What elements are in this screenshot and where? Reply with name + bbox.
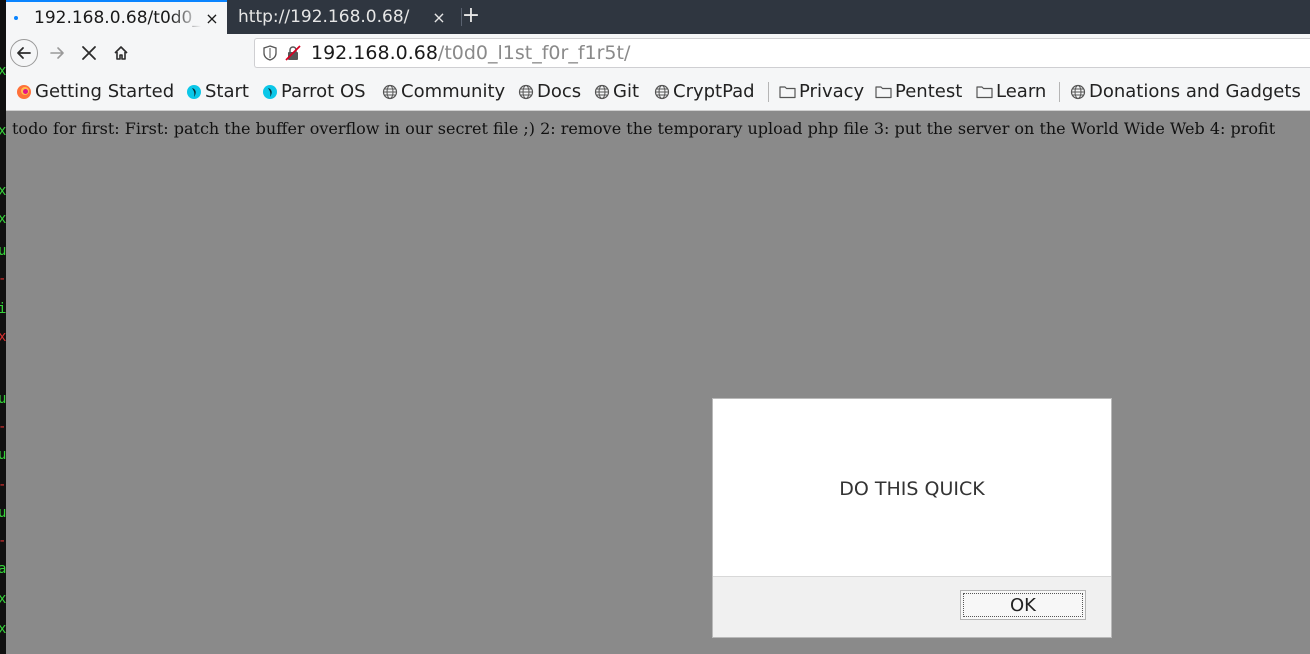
globe-icon [654, 84, 670, 100]
globe-icon [382, 84, 398, 100]
back-button[interactable] [9, 38, 39, 68]
tab-bar: 192.168.0.68/t0d0_l1st_f0r_f1r5t/ × http… [6, 0, 1310, 34]
bookmark-parrot-os[interactable]: Parrot OS [262, 72, 366, 111]
forward-button[interactable] [42, 38, 72, 68]
bookmark-cryptpad[interactable]: CryptPad [654, 72, 755, 111]
tab-active[interactable]: 192.168.0.68/t0d0_l1st_f0r_f1r5t/ × [6, 0, 227, 34]
bookmark-label: Donations and Gadgets [1089, 81, 1301, 102]
bookmark-separator [1059, 82, 1060, 102]
insecure-lock-icon[interactable] [285, 45, 301, 61]
tab-close-icon[interactable]: × [201, 9, 223, 28]
parrot-icon [186, 84, 202, 100]
alert-dialog: DO THIS QUICK OK [712, 398, 1112, 638]
arrow-left-icon [10, 39, 38, 67]
tab-close-icon[interactable]: × [428, 8, 450, 27]
folder-icon [779, 84, 796, 99]
tab-title: http://192.168.0.68/ [238, 7, 410, 27]
bookmarks-toolbar: Getting Started Start Parrot OS Communit… [6, 72, 1310, 111]
stop-button[interactable] [74, 38, 104, 68]
url-text[interactable]: 192.168.0.68/t0d0_l1st_f0r_f1r5t/ [311, 42, 630, 64]
stop-x-icon [82, 46, 96, 60]
screen: x x x x u - i x u - u - u - a x x 192.16… [0, 0, 1310, 654]
bookmark-label: Learn [996, 81, 1047, 102]
loading-indicator-icon [14, 16, 18, 20]
bookmark-label: Privacy [799, 81, 865, 102]
bookmark-start[interactable]: Start [186, 72, 249, 111]
url-bar[interactable]: 192.168.0.68/t0d0_l1st_f0r_f1r5t/ [254, 38, 1310, 68]
tab-inactive[interactable]: http://192.168.0.68/ × [228, 0, 454, 34]
navigation-toolbar: 192.168.0.68/t0d0_l1st_f0r_f1r5t/ [6, 34, 1310, 72]
bookmark-label: Getting Started [35, 81, 175, 102]
home-icon [114, 46, 128, 60]
bookmark-getting-started[interactable]: Getting Started [16, 72, 174, 111]
new-tab-button[interactable]: + [460, 0, 482, 34]
bookmark-docs[interactable]: Docs [518, 72, 581, 111]
globe-icon [594, 84, 610, 100]
globe-icon [1070, 84, 1086, 100]
firefox-icon [16, 84, 32, 100]
url-host: 192.168.0.68 [311, 42, 438, 64]
bookmark-git[interactable]: Git [594, 72, 639, 111]
bookmark-label: Community [401, 81, 506, 102]
url-path: /t0d0_l1st_f0r_f1r5t/ [437, 42, 631, 64]
alert-message: DO THIS QUICK [839, 477, 985, 500]
home-button[interactable] [106, 38, 136, 68]
bookmark-folder-privacy[interactable]: Privacy [779, 72, 864, 111]
bookmark-donations-and-gadgets[interactable]: Donations and Gadgets [1070, 72, 1301, 111]
globe-icon [518, 84, 534, 100]
bookmark-folder-pentest[interactable]: Pentest [875, 72, 962, 111]
bookmark-label: CryptPad [673, 81, 755, 102]
bookmark-label: Parrot OS [281, 81, 366, 102]
todo-text: todo for first: First: patch the buffer … [12, 119, 1276, 138]
bookmark-label: Start [205, 81, 249, 102]
alert-footer: OK [713, 576, 1111, 637]
tracking-shield-icon[interactable] [263, 45, 277, 61]
page-content: todo for first: First: patch the buffer … [6, 111, 1310, 654]
folder-icon [976, 84, 993, 99]
bookmark-separator [768, 82, 769, 102]
ok-button[interactable]: OK [960, 590, 1086, 620]
bookmark-label: Docs [537, 81, 582, 102]
folder-icon [875, 84, 892, 99]
bookmark-label: Pentest [895, 81, 963, 102]
bookmark-folder-learn[interactable]: Learn [976, 72, 1046, 111]
bookmark-label: Git [613, 81, 640, 102]
arrow-right-icon [50, 47, 64, 59]
tab-title: 192.168.0.68/t0d0_l1st_f0r_f1r5t/ [34, 8, 201, 28]
bookmark-community[interactable]: Community [382, 72, 505, 111]
parrot-icon [262, 84, 278, 100]
